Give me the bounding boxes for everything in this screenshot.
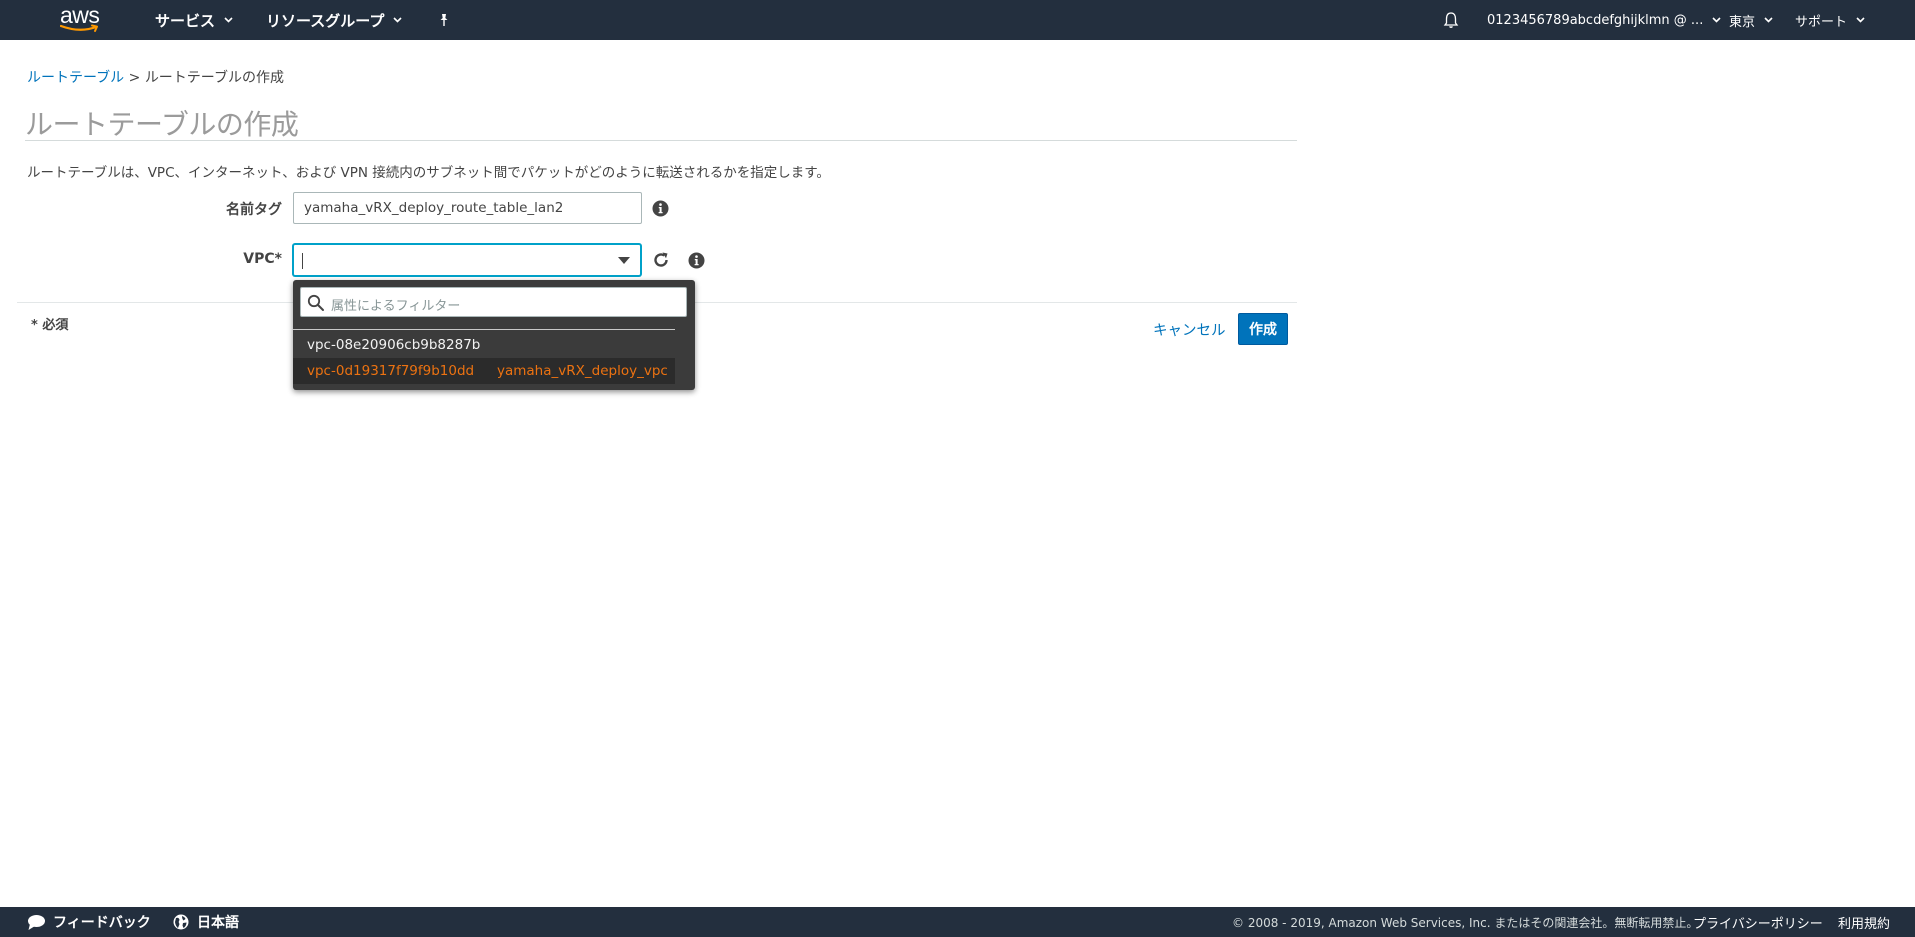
language-label: 日本語 xyxy=(197,915,239,931)
pin-shortcuts-button[interactable] xyxy=(437,0,451,40)
info-icon xyxy=(688,252,704,268)
required-note: * 必須 xyxy=(31,318,69,333)
speech-bubble-icon xyxy=(28,914,45,930)
breadcrumb: ルートテーブル > ルートテーブルの作成 xyxy=(27,67,284,87)
support-menu-label: サポート xyxy=(1795,14,1848,30)
chevron-down-icon xyxy=(1764,17,1773,23)
region-menu-label: 東京 xyxy=(1729,14,1756,30)
vpc-select[interactable] xyxy=(293,244,641,276)
footer-bar: フィードバック 日本語 © 2008 - 2019, Amazon Web Se… xyxy=(0,907,1915,937)
vpc-filter-placeholder: 属性によるフィルター xyxy=(331,299,461,314)
name-tag-info-button[interactable] xyxy=(650,198,670,218)
vpc-option-id: vpc-08e20906cb9b8287b xyxy=(307,337,481,353)
breadcrumb-link-route-tables[interactable]: ルートテーブル xyxy=(27,70,124,86)
top-navigation-bar: aws サービス リソースグループ 0123456789abcdefghijkl… xyxy=(0,0,1915,40)
page-description: ルートテーブルは、VPC、インターネット、および VPN 接続内のサブネット間で… xyxy=(27,165,830,181)
vpc-refresh-button[interactable] xyxy=(651,250,671,270)
feedback-label: フィードバック xyxy=(53,915,151,931)
vpc-option-name: yamaha_vRX_deploy_vpc xyxy=(497,363,668,379)
resource-groups-menu-label: リソースグループ xyxy=(266,11,385,30)
vpc-option[interactable]: vpc-08e20906cb9b8287b xyxy=(293,332,675,358)
account-menu-label: 0123456789abcdefghijklmn @ ... xyxy=(1487,12,1704,28)
aws-smile-icon xyxy=(60,24,98,32)
bell-icon xyxy=(1443,12,1459,28)
breadcrumb-current: ルートテーブルの作成 xyxy=(144,70,284,86)
vpc-dropdown-menu: 属性によるフィルター vpc-08e20906cb9b8287b vpc-0d1… xyxy=(293,280,695,390)
info-icon xyxy=(652,200,668,216)
create-button[interactable]: 作成 xyxy=(1238,313,1288,345)
vpc-label: VPC* xyxy=(243,251,282,267)
copyright-text: © 2008 - 2019, Amazon Web Services, Inc.… xyxy=(1232,915,1699,930)
vpc-filter-input[interactable]: 属性によるフィルター xyxy=(300,287,687,317)
cancel-button[interactable]: キャンセル xyxy=(1153,319,1226,340)
support-menu[interactable]: サポート xyxy=(1795,0,1865,40)
language-selector[interactable]: 日本語 xyxy=(173,907,239,937)
title-divider xyxy=(25,140,1297,141)
chevron-down-icon xyxy=(1856,17,1865,23)
services-menu[interactable]: サービス xyxy=(155,0,233,40)
region-menu[interactable]: 東京 xyxy=(1729,0,1773,40)
notifications-button[interactable] xyxy=(1443,0,1459,40)
globe-icon xyxy=(173,914,189,930)
account-menu[interactable]: 0123456789abcdefghijklmn @ ... xyxy=(1487,0,1721,40)
name-tag-label: 名前タグ xyxy=(226,202,282,218)
resource-groups-menu[interactable]: リソースグループ xyxy=(266,0,402,40)
chevron-down-icon xyxy=(224,17,233,23)
feedback-button[interactable]: フィードバック xyxy=(27,907,151,937)
aws-logo[interactable]: aws xyxy=(60,2,102,35)
privacy-policy-link[interactable]: プライバシーポリシー xyxy=(1693,907,1823,937)
terms-of-use-link[interactable]: 利用規約 xyxy=(1838,907,1890,937)
services-menu-label: サービス xyxy=(155,11,216,30)
chevron-down-icon xyxy=(393,17,402,23)
vpc-info-button[interactable] xyxy=(686,250,706,270)
search-icon xyxy=(307,294,324,311)
vpc-option-id: vpc-0d19317f79f9b10dd xyxy=(307,363,475,379)
pin-icon xyxy=(440,14,448,26)
chevron-down-icon xyxy=(1712,17,1721,23)
dropdown-divider xyxy=(293,329,675,330)
refresh-icon xyxy=(654,252,668,267)
breadcrumb-separator: > xyxy=(128,70,141,86)
vpc-option-highlighted[interactable]: vpc-0d19317f79f9b10dd yamaha_vRX_deploy_… xyxy=(293,358,675,384)
page-title: ルートテーブルの作成 xyxy=(25,108,299,141)
text-cursor xyxy=(302,253,303,269)
name-tag-input[interactable]: yamaha_vRX_deploy_route_table_lan2 xyxy=(293,192,642,224)
caret-down-icon xyxy=(618,257,630,264)
